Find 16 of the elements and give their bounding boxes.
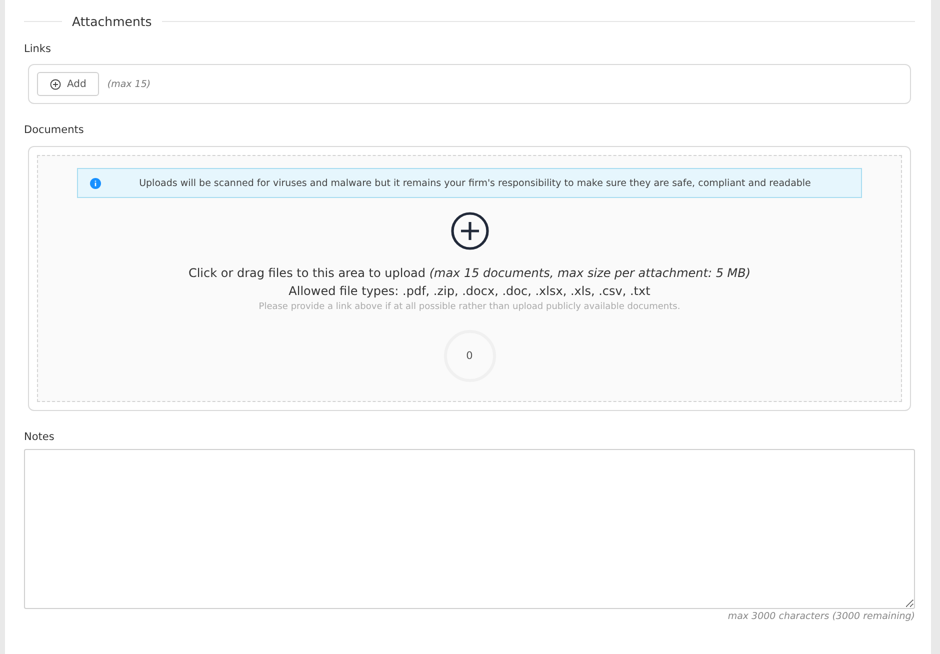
links-hint: (max 15): [107, 78, 151, 90]
upload-advice: Please provide a link above if at all possible rather than upload publicly available documents.: [258, 302, 680, 312]
upload-instruction: Click or drag files to this area to upload (max 15 documents, max size per attachment: 5 MB): [188, 266, 751, 280]
allowed-types: Allowed file types: .pdf, .zip, .docx, .doc, .xlsx, .xls, .csv, .txt: [288, 284, 650, 298]
notes-field[interactable]: [24, 449, 915, 609]
plus-circle-icon: [450, 212, 488, 250]
info-icon: [90, 178, 101, 188]
character-counter: max 3000 characters (3000 remaining): [726, 611, 915, 622]
file-count: 0: [444, 330, 496, 382]
add-button[interactable]: Add: [37, 72, 100, 96]
notice-text: Uploads will be scanned for viruses and malware but it remains your firm's responsibility to make sure they are safe, compliant and readable: [138, 178, 812, 188]
field-label: Links: [24, 43, 52, 55]
field-label: Notes: [24, 431, 56, 443]
plus-circle-icon: [50, 78, 61, 90]
field-label: Documents: [24, 124, 85, 136]
section-title: Attachments: [72, 14, 152, 29]
